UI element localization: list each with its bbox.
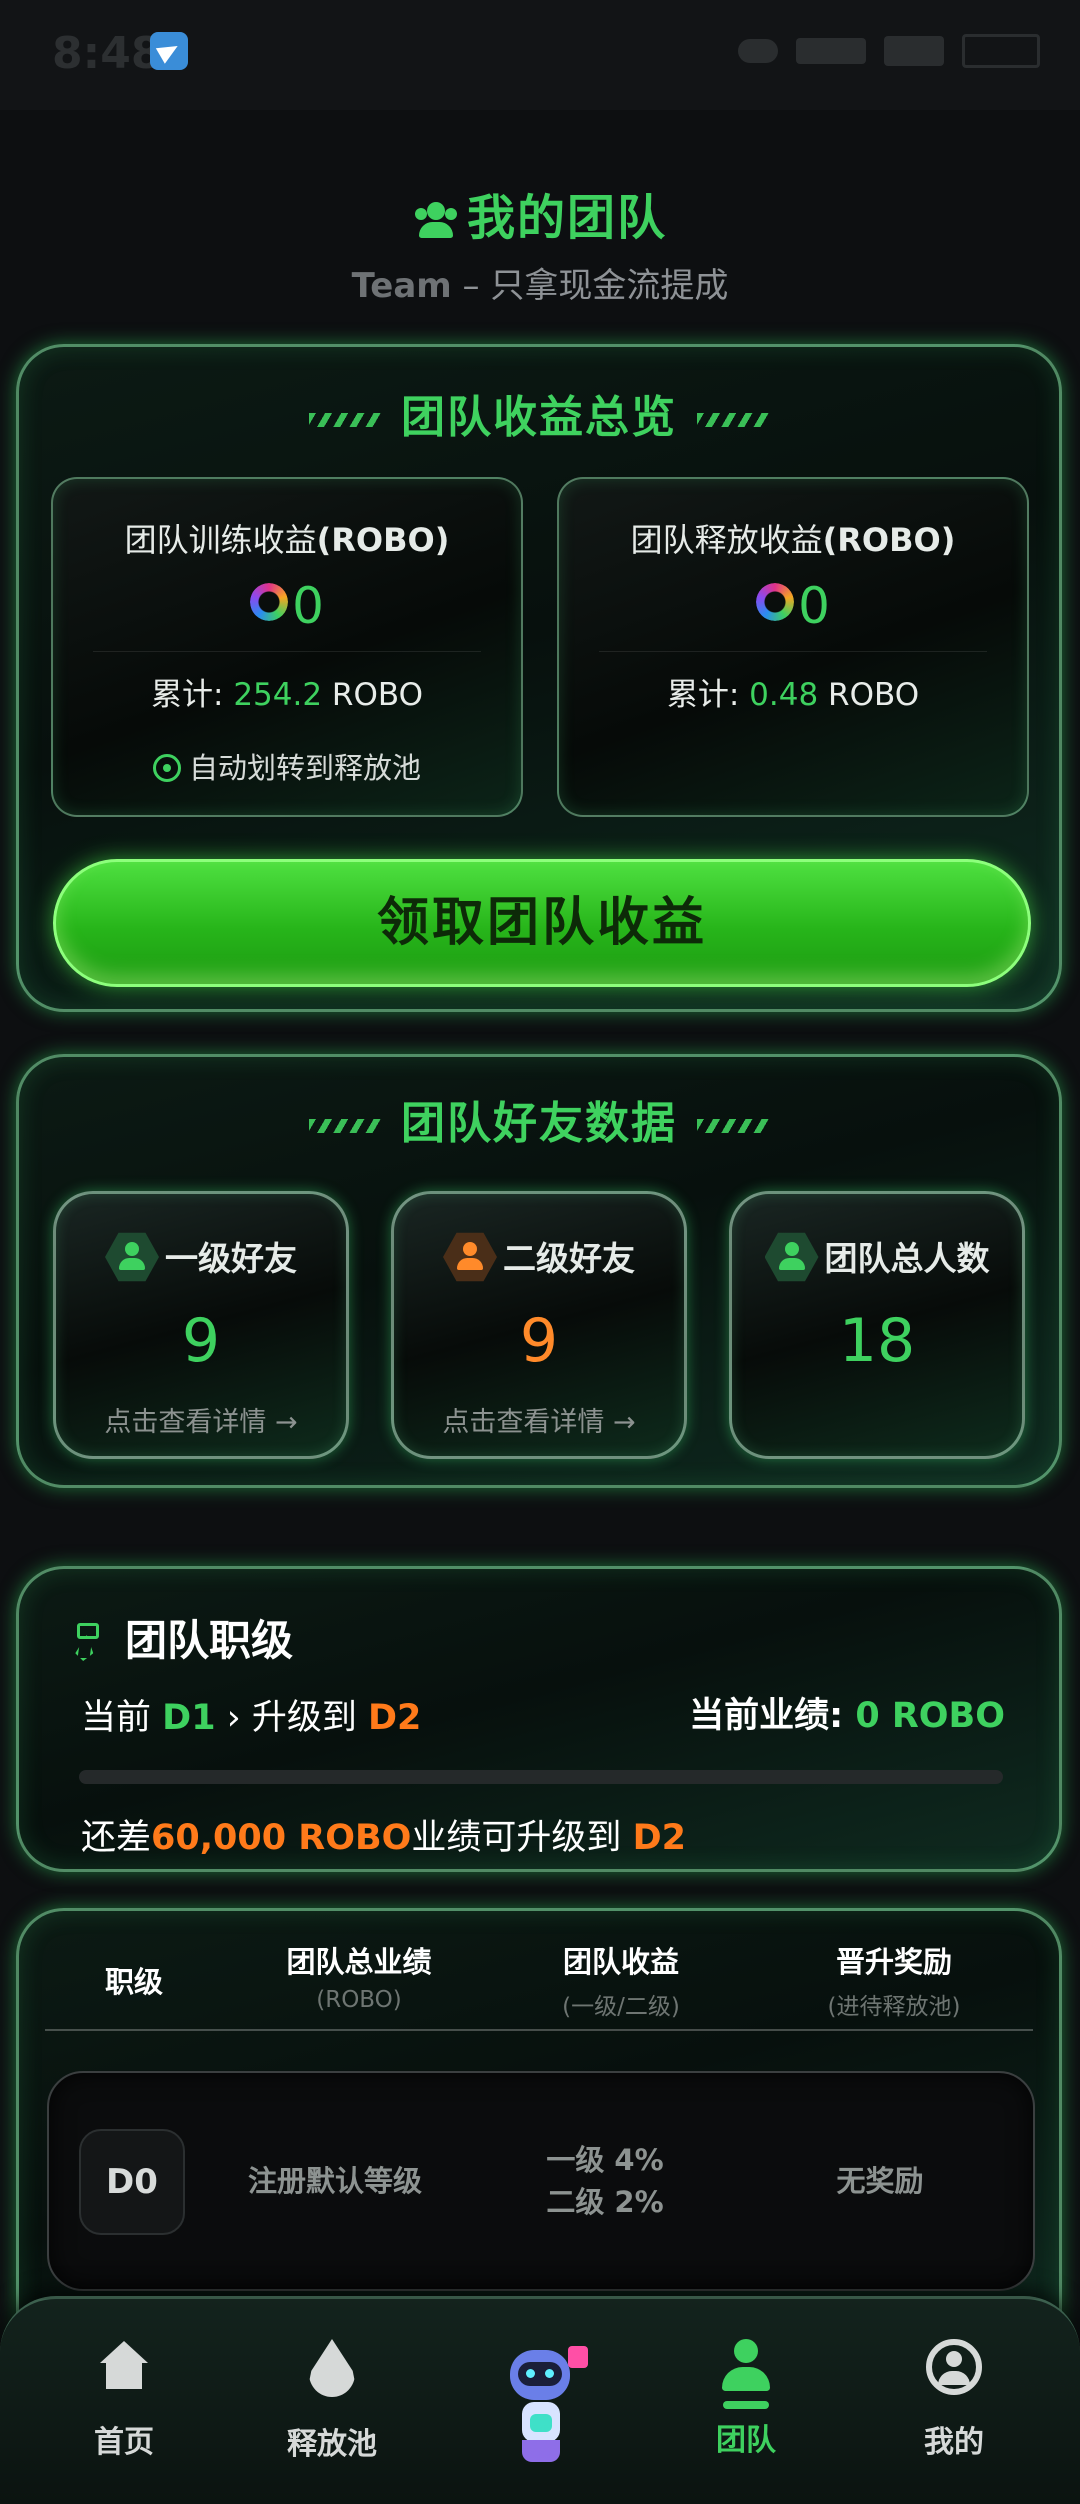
earnings-overview-heading: 团队收益总览 <box>19 381 1059 445</box>
robo-coin-icon <box>756 583 795 621</box>
release-earnings-title: 团队释放收益(ROBO) <box>630 521 956 559</box>
status-indicators <box>738 34 1040 68</box>
training-earnings-total: 累计: 254.2 ROBO <box>151 677 423 713</box>
team-icon <box>413 202 459 238</box>
network-speed-icon <box>796 38 866 64</box>
team-friends-panel: 团队好友数据 一级好友 9 点击查看详情 → 二级好友 9 点击查看详情 → 团… <box>16 1054 1062 1488</box>
heading-decoration <box>697 1119 769 1133</box>
nav-team[interactable]: 团队 <box>666 2339 826 2459</box>
table-header-reward: 晋升奖励 (进待释放池) <box>827 1945 961 2020</box>
team-rank-heading: 团队职级 <box>73 1607 293 1668</box>
heading-decoration <box>309 1119 381 1133</box>
page-subtitle: Team – 只拿现金流提成 <box>0 258 1080 307</box>
tier-level-badge: D0 <box>79 2129 185 2235</box>
rank-remaining-text: 还差60,000 ROBO业绩可升级到 D2 <box>81 1818 686 1858</box>
level1-details-link[interactable]: 点击查看详情 → <box>56 1400 346 1439</box>
profile-icon <box>926 2339 982 2395</box>
subtitle-text: – 只拿现金流提成 <box>462 266 729 306</box>
home-icon <box>96 2339 152 2395</box>
user-icon <box>105 1232 159 1282</box>
heading-decoration <box>697 413 769 427</box>
table-header-level: 职级 <box>104 1965 163 1999</box>
team-friends-heading: 团队好友数据 <box>19 1087 1059 1151</box>
team-total-card: 团队总人数 18 <box>729 1191 1025 1459</box>
tier-earnings-share: 一级 4% 二级 2% <box>546 2143 664 2219</box>
level1-friends-card[interactable]: 一级好友 9 点击查看详情 → <box>53 1191 349 1459</box>
subtitle-brand: Team <box>351 266 452 306</box>
rank-current-level: 当前 D1 › 升级到 D2 <box>81 1698 422 1738</box>
page-title-text: 我的团队 <box>466 190 667 246</box>
nav-release-pool-label: 释放池 <box>287 2427 377 2462</box>
level1-friends-title: 一级好友 <box>56 1230 346 1284</box>
robot-icon[interactable] <box>500 2346 592 2466</box>
claim-team-earnings-button[interactable]: 领取团队收益 <box>53 859 1031 987</box>
group-icon <box>764 1232 819 1282</box>
current-performance: 当前业绩: 0 ROBO <box>689 1696 1005 1736</box>
level2-details-link[interactable]: 点击查看详情 → <box>394 1400 684 1439</box>
level1-friends-count: 9 <box>181 1306 221 1376</box>
battery-icon <box>962 34 1040 68</box>
status-time: 8:48 <box>52 28 162 79</box>
eye-icon <box>738 39 778 63</box>
users-icon <box>443 1232 497 1282</box>
nav-team-label: 团队 <box>716 2423 776 2458</box>
nav-home-label: 首页 <box>94 2425 154 2460</box>
tie-icon <box>73 1623 99 1661</box>
team-icon <box>718 2339 774 2395</box>
nav-active-indicator <box>723 2401 769 2409</box>
table-header-earnings: 团队收益 (一级/二级) <box>562 1945 680 2020</box>
divider <box>93 651 481 652</box>
nav-release-pool[interactable]: 释放池 <box>252 2339 412 2463</box>
heading-decoration <box>309 413 381 427</box>
auto-transfer-note: 自动划转到释放池 <box>53 745 521 787</box>
rank-progress-bar <box>79 1770 1003 1784</box>
release-earnings-total: 累计: 0.48 ROBO <box>666 677 920 713</box>
level2-friends-card[interactable]: 二级好友 9 点击查看详情 → <box>391 1191 687 1459</box>
level2-friends-title: 二级好友 <box>394 1230 684 1284</box>
team-rank-panel: 团队职级 当前 D1 › 升级到 D2 当前业绩: 0 ROBO 还差60,00… <box>16 1566 1062 1872</box>
nav-home[interactable]: 首页 <box>44 2339 204 2461</box>
team-total-title: 团队总人数 <box>732 1230 1022 1284</box>
drop-icon <box>309 2339 355 2397</box>
nav-profile[interactable]: 我的 <box>874 2339 1034 2461</box>
divider <box>599 651 987 652</box>
auto-transfer-icon <box>152 754 181 782</box>
tier-requirement: 注册默认等级 <box>247 2164 422 2198</box>
page-title: 我的团队 <box>0 178 1080 248</box>
nav-profile-label: 我的 <box>924 2425 984 2460</box>
tier-reward: 无奖励 <box>836 2164 924 2198</box>
table-header-divider <box>45 2029 1033 2031</box>
training-earnings-title: 团队训练收益(ROBO) <box>124 521 450 559</box>
telegram-icon <box>150 32 188 70</box>
training-earnings-value: 0 <box>53 577 521 635</box>
release-earnings-value: 0 <box>559 577 1027 635</box>
training-earnings-card: 团队训练收益(ROBO) 0 累计: 254.2 ROBO 自动划转到释放池 <box>51 477 523 817</box>
table-header-performance: 团队总业绩 (ROBO) <box>286 1945 432 2013</box>
signal-icon <box>884 36 944 66</box>
table-row: D0 注册默认等级 一级 4% 二级 2% 无奖励 <box>47 2071 1035 2291</box>
status-bar: 8:48 <box>0 0 1080 110</box>
level2-friends-count: 9 <box>519 1306 559 1376</box>
earnings-overview-panel: 团队收益总览 团队训练收益(ROBO) 0 累计: 254.2 ROBO 自动划… <box>16 344 1062 1012</box>
team-total-count: 18 <box>838 1306 916 1376</box>
robo-coin-icon <box>250 583 289 621</box>
release-earnings-card: 团队释放收益(ROBO) 0 累计: 0.48 ROBO <box>557 477 1029 817</box>
